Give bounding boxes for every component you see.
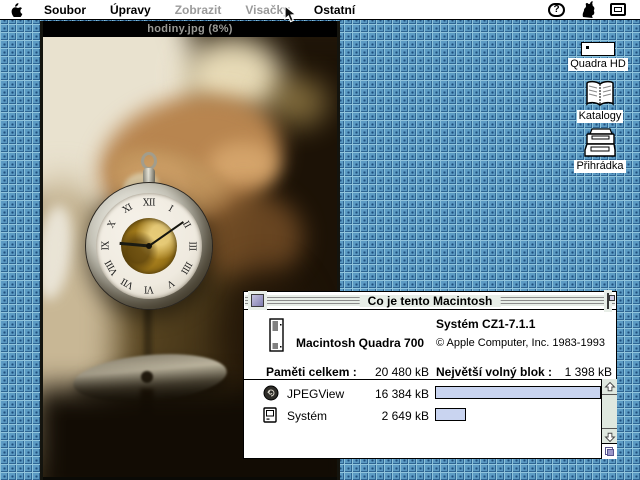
menu-bar: Soubor Úpravy Zobrazit Visačky Ostatní ? [0, 0, 640, 20]
balloon-help-icon[interactable]: ? [548, 3, 565, 17]
monitor-glyph [610, 3, 626, 16]
process-name: Systém [287, 409, 327, 423]
watch-numeral: XII [143, 200, 155, 209]
separator [244, 379, 616, 380]
grow-icon [607, 449, 614, 456]
jpegview-app-icon [263, 385, 279, 404]
watch-numeral: VII [120, 275, 135, 289]
about-window: Co je tento Macintosh Macintosh Quadra 7… [243, 291, 617, 459]
desktop: Soubor Úpravy Zobrazit Visačky Ostatní ?… [0, 0, 640, 480]
watch-numeral: XI [122, 203, 134, 215]
hard-disk-icon [581, 42, 615, 56]
watch-numeral: V [165, 277, 175, 288]
watch-stem [144, 305, 152, 359]
process-size: 2 649 kB [344, 409, 429, 423]
menu-item-zobrazit: Zobrazit [170, 3, 227, 17]
help-question-glyph: ? [548, 3, 565, 17]
menu-item-soubor[interactable]: Soubor [39, 3, 91, 17]
watch-numeral: I [166, 205, 173, 214]
memory-bar [435, 408, 466, 421]
scrollbar[interactable] [601, 379, 617, 444]
menu-item-upravy[interactable]: Úpravy [105, 3, 156, 17]
desktop-icon-prihradka[interactable]: Přihrádka [570, 128, 630, 173]
scroll-down-arrow-icon[interactable] [602, 428, 617, 444]
icon-label: Přihrádka [574, 160, 625, 173]
icon-label: Quadra HD [568, 58, 628, 71]
close-box[interactable] [251, 294, 264, 307]
apple-menu-icon[interactable] [10, 2, 23, 17]
process-row-jpegview[interactable]: JPEGView 16 384 kB [244, 384, 616, 404]
process-name: JPEGView [287, 387, 344, 401]
zoom-box[interactable] [607, 293, 609, 309]
resize-grow-box[interactable] [601, 443, 617, 459]
watch-numeral: IIII [178, 259, 192, 274]
watch-numeral: VI [144, 284, 153, 293]
desktop-icon-katalogy[interactable]: Katalogy [572, 80, 628, 123]
watch-numeral: X [107, 220, 118, 230]
watch-numeral: VIII [105, 258, 120, 276]
menu-item-ostatni[interactable]: Ostatní [309, 3, 360, 17]
process-row-system[interactable]: Systém 2 649 kB [244, 406, 616, 426]
about-window-title: Co je tento Macintosh [360, 295, 501, 307]
about-window-titlebar[interactable]: Co je tento Macintosh [244, 292, 616, 310]
quadra-tower-icon [269, 318, 285, 355]
watch-hinge [141, 371, 153, 383]
system-version: Systém CZ1-7.1.1 [436, 317, 535, 331]
machine-name: Macintosh Quadra 700 [296, 336, 424, 350]
printer-tray-icon [583, 128, 617, 158]
bokeh-highlight [268, 77, 328, 127]
memory-bar [435, 386, 601, 399]
application-menu-icon[interactable] [610, 3, 626, 16]
copyright-line: © Apple Computer, Inc. 1983-1993 [436, 337, 605, 349]
pocket-watch: XII I II III IIII V VI VII VIII IX X XI [85, 182, 213, 310]
process-size: 16 384 kB [344, 387, 429, 401]
desktop-icon-quadra-hd[interactable]: Quadra HD [570, 42, 626, 71]
mouse-cursor-arrow-icon [284, 5, 297, 29]
scroll-up-arrow-icon[interactable] [602, 379, 617, 395]
watch-numeral: IX [103, 242, 112, 251]
watch-center-pin [146, 243, 152, 249]
system-mac-icon [263, 407, 277, 426]
largest-block-value: 1 398 kB [532, 365, 612, 379]
icon-label: Katalogy [577, 110, 624, 123]
open-book-icon [584, 80, 616, 108]
watch-numeral: III [187, 241, 196, 250]
memory-total-value: 20 480 kB [344, 365, 429, 379]
jpegview-app-menu-icon[interactable] [579, 1, 596, 18]
